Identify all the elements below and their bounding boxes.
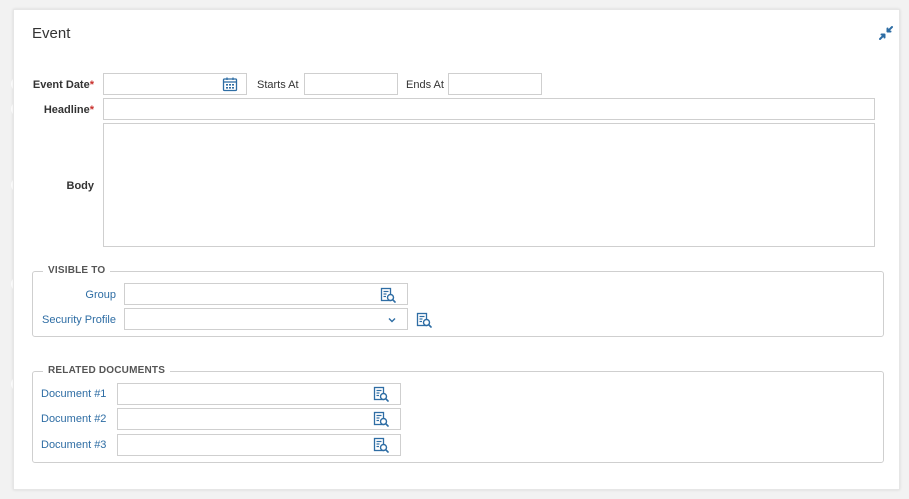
document-3-label[interactable]: Document #3 [41, 439, 106, 451]
security-profile-label[interactable]: Security Profile [42, 314, 116, 326]
starts-at-label: Starts At [257, 79, 299, 91]
ends-at-input[interactable] [448, 73, 542, 95]
required-mark: * [89, 104, 94, 116]
lookup-icon[interactable] [380, 287, 396, 303]
document-1-input[interactable] [117, 383, 401, 405]
related-documents-legend: RELATED DOCUMENTS [43, 365, 171, 376]
lookup-icon[interactable] [373, 437, 389, 453]
chevron-down-icon[interactable] [387, 315, 397, 325]
body-textarea[interactable] [103, 123, 875, 247]
starts-at-input[interactable] [304, 73, 398, 95]
body-label: Body [66, 180, 95, 192]
event-date-label: Event Date* [33, 79, 94, 91]
required-mark: * [89, 79, 94, 91]
headline-input[interactable] [103, 98, 875, 120]
visible-to-legend: VISIBLE TO [43, 265, 111, 276]
lookup-icon[interactable] [373, 386, 389, 402]
event-panel: Event Event Date* Starts At Ends At Head… [13, 9, 900, 490]
security-profile-select[interactable] [124, 308, 408, 330]
document-3-input[interactable] [117, 434, 401, 456]
collapse-icon[interactable] [878, 25, 894, 41]
document-2-input[interactable] [117, 408, 401, 430]
lookup-icon[interactable] [373, 411, 389, 427]
lookup-icon[interactable] [416, 312, 432, 328]
document-1-label[interactable]: Document #1 [41, 388, 106, 400]
headline-label-text: Headline [43, 104, 90, 116]
event-date-label-text: Event Date [32, 79, 90, 91]
group-label[interactable]: Group [85, 289, 116, 301]
group-input[interactable] [124, 283, 408, 305]
document-2-label[interactable]: Document #2 [41, 413, 106, 425]
calendar-icon[interactable] [222, 76, 238, 92]
panel-title: Event [32, 25, 71, 42]
ends-at-label: Ends At [406, 79, 444, 91]
headline-label: Headline* [44, 104, 94, 116]
